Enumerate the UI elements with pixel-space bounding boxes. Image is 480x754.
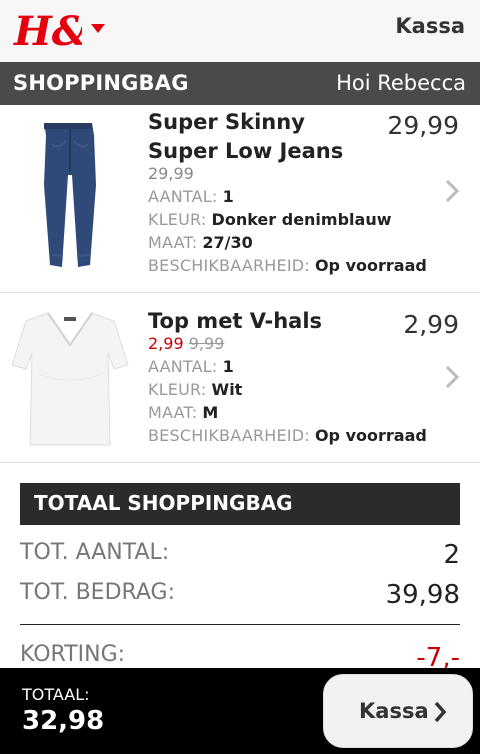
product-image-top: [11, 312, 129, 446]
availability-value: Op voorraad: [314, 256, 427, 275]
availability-value: Op voorraad: [314, 426, 427, 445]
chevron-right-icon[interactable]: [444, 364, 460, 390]
total-count-row: TOT. AANTAL: 2: [20, 540, 460, 570]
page-title: SHOPPINGBAG: [13, 71, 189, 95]
color-label: KLEUR:: [148, 210, 207, 229]
top-header: H&M Kassa: [0, 0, 480, 62]
cart-item[interactable]: Top met V-hals 2,99 2,99 9,99 AANTAL: 1 …: [0, 293, 480, 463]
total-count-value: 2: [443, 540, 460, 570]
size-value: 27/30: [202, 233, 253, 252]
item-size-row: MAAT: M: [148, 403, 218, 422]
product-image-jeans: [44, 123, 96, 267]
item-availability-row: BESCHIKBAARHEID: Op voorraad: [148, 256, 427, 275]
item-quantity-row: AANTAL: 1: [148, 187, 234, 206]
color-value: Donker denimblauw: [211, 210, 392, 229]
item-name[interactable]: Super Skinny Super Low Jeans: [148, 108, 378, 166]
chevron-right-icon: [434, 701, 447, 723]
total-amount-label: TOT. BEDRAG:: [20, 580, 176, 605]
item-color-row: KLEUR: Donker denimblauw: [148, 210, 392, 229]
cart-item[interactable]: Super Skinny Super Low Jeans 29,99 29,99…: [0, 105, 480, 293]
color-value: Wit: [211, 380, 243, 399]
discount-row: KORTING: -7,-: [20, 642, 460, 673]
original-price: 9,99: [188, 334, 225, 353]
unit-price: 29,99: [148, 164, 194, 183]
item-color-row: KLEUR: Wit: [148, 380, 242, 399]
totals-heading: TOTAAL SHOPPINGBAG: [20, 483, 460, 525]
item-unit-price: 29,99: [148, 164, 194, 183]
totals-divider: [20, 624, 460, 625]
total-amount-value: 39,98: [385, 580, 460, 610]
footer-total-value: 32,98: [22, 706, 105, 736]
item-size-row: MAAT: 27/30: [148, 233, 253, 252]
section-bar: SHOPPINGBAG Hoi Rebecca: [0, 62, 480, 105]
footer-total-label: TOTAAL:: [22, 685, 90, 704]
item-quantity-row: AANTAL: 1: [148, 357, 234, 376]
total-count-label: TOT. AANTAL:: [20, 540, 170, 565]
size-value: M: [202, 403, 219, 422]
chevron-down-icon[interactable]: [91, 24, 105, 34]
quantity-value: 1: [222, 357, 234, 376]
user-greeting[interactable]: Hoi Rebecca: [336, 71, 466, 95]
chevron-right-icon[interactable]: [444, 178, 460, 204]
checkout-button-label: Kassa: [359, 699, 429, 723]
item-name[interactable]: Top met V-hals: [148, 307, 378, 336]
item-price: 29,99: [387, 111, 459, 140]
item-availability-row: BESCHIKBAARHEID: Op voorraad: [148, 426, 427, 445]
quantity-label: AANTAL:: [148, 187, 218, 206]
discount-label: KORTING:: [20, 642, 126, 667]
hm-logo[interactable]: H&M: [12, 5, 82, 55]
size-label: MAAT:: [148, 403, 198, 422]
top-checkout-link[interactable]: Kassa: [395, 14, 465, 38]
checkout-button[interactable]: Kassa: [323, 674, 473, 748]
sale-price: 2,99: [148, 334, 184, 353]
svg-text:H&M: H&M: [13, 8, 82, 55]
availability-label: BESCHIKBAARHEID:: [148, 256, 310, 275]
quantity-value: 1: [222, 187, 234, 206]
availability-label: BESCHIKBAARHEID:: [148, 426, 310, 445]
color-label: KLEUR:: [148, 380, 207, 399]
item-price: 2,99: [403, 310, 459, 339]
total-amount-row: TOT. BEDRAG: 39,98: [20, 580, 460, 610]
size-label: MAAT:: [148, 233, 198, 252]
checkout-footer: TOTAAL: 32,98 Kassa: [0, 668, 480, 754]
item-unit-price: 2,99 9,99: [148, 334, 224, 353]
quantity-label: AANTAL:: [148, 357, 218, 376]
